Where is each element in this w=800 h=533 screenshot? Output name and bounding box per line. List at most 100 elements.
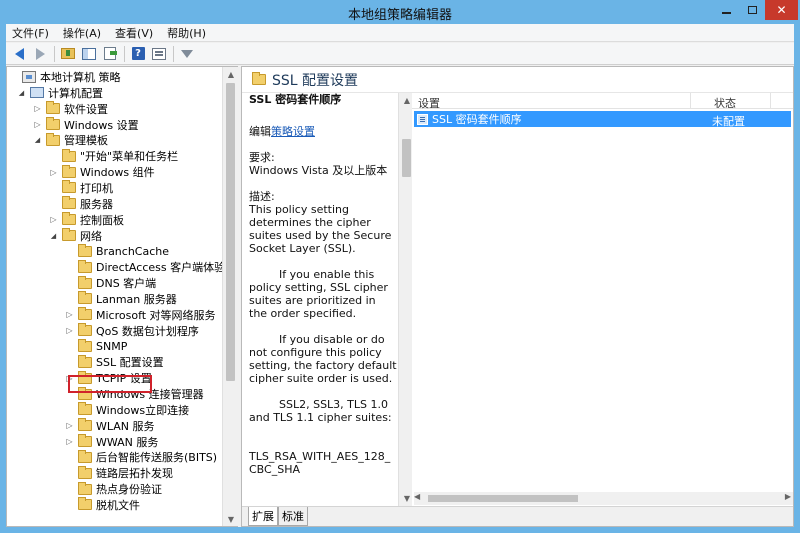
tree-item-label: 热点身份验证 [96,483,162,497]
help-icon: ? [131,47,145,60]
row-setting-name: SSL 密码套件顺序 [432,113,522,126]
help-button[interactable]: ? [129,45,147,63]
column-header-state[interactable]: 状态 [714,95,736,111]
tree-scroll-thumb[interactable] [226,83,235,381]
tree-item-label: 管理模板 [64,134,108,148]
table-row[interactable]: SSL 密码套件顺序 未配置 [414,111,791,128]
properties-view-button[interactable] [150,45,168,63]
maximize-icon [747,6,757,14]
tree-item[interactable]: 链路层拓扑发现 [65,465,173,481]
export-list-button[interactable] [101,45,119,63]
tree-item[interactable]: DNS 客户端 [65,275,156,291]
column-divider[interactable] [770,93,771,109]
maximize-button[interactable] [739,0,765,20]
tree-item[interactable]: 热点身份验证 [65,481,162,497]
tree-item[interactable]: SSL 配置设置 [65,354,164,370]
details-header-title: SSL 配置设置 [272,72,359,89]
collapse-arrow-icon[interactable] [33,136,42,145]
expand-arrow-icon[interactable] [65,310,74,319]
scroll-up-arrow-icon[interactable]: ▲ [223,67,239,81]
tree-item[interactable]: 管理模板 [33,132,108,148]
up-one-level-button[interactable] [59,45,77,63]
tree-item[interactable]: Windows 设置 [33,117,139,133]
scroll-right-arrow-icon[interactable]: ▶ [785,492,791,501]
tree-item[interactable]: Windows 组件 [49,164,155,180]
close-button[interactable]: ✕ [765,0,798,20]
expand-arrow-icon[interactable] [49,215,58,224]
tree-pane: 本地计算机 策略计算机配置软件设置 Windows 设置管理模板 "开始"菜单和任务… [6,66,238,527]
tree-item[interactable]: QoS 数据包计划程序 [65,323,199,339]
tree-item[interactable]: 网络 [49,228,102,244]
tree-item-label: 本地计算机 策略 [40,71,121,84]
edit-policy-link[interactable]: 策略设置 [271,125,315,138]
description-scroll-thumb[interactable] [402,139,411,177]
expand-arrow-icon[interactable] [65,421,74,430]
expand-arrow-icon[interactable] [65,437,74,446]
tree-scrollbar[interactable]: ▲ ▼ [222,67,238,526]
folder-up-icon [61,48,75,59]
menu-help[interactable]: 帮助(H) [167,25,206,41]
collapse-arrow-icon[interactable] [49,231,58,240]
menu-action[interactable]: 操作(A) [63,25,101,41]
tree-item[interactable]: 脱机文件 [65,497,140,513]
tree-item[interactable]: 打印机 [49,180,113,196]
back-button[interactable] [10,45,28,63]
scroll-down-arrow-icon[interactable]: ▼ [399,491,412,505]
expand-arrow-icon[interactable] [65,326,74,335]
folder-icon [62,196,76,210]
tree-item[interactable]: 后台智能传送服务(BITS) [65,449,217,465]
computer-icon [30,87,44,99]
filter-button[interactable] [178,45,196,63]
description-label: 描述: [249,190,275,203]
expand-arrow-icon[interactable] [49,168,58,177]
tree-item[interactable]: BranchCache [65,243,169,259]
tree-item-label: Windows立即连接 [96,403,190,417]
folder-icon [62,148,76,162]
requirements-value: Windows Vista 及以上版本 [249,164,388,177]
tree-item[interactable]: "开始"菜单和任务栏 [49,148,178,164]
column-divider[interactable] [690,93,691,109]
tree-item[interactable]: 计算机配置 [17,85,103,101]
menu-file[interactable]: 文件(F) [12,25,49,41]
description-scrollbar[interactable]: ▲ ▼ [398,93,412,506]
tree-item-label: Windows 组件 [80,166,155,180]
minimize-button[interactable] [713,0,739,20]
folder-icon [252,72,266,85]
folder-icon [78,259,92,273]
tree-item[interactable]: DirectAccess 客户端体验设置 [65,259,223,275]
title-bar[interactable]: 本地组策略编辑器 ✕ [0,0,800,24]
tree-item[interactable]: WWAN 服务 [65,434,158,450]
tree-item[interactable]: 控制面板 [49,212,124,228]
tree-item[interactable]: SNMP [65,338,127,354]
menu-view[interactable]: 查看(V) [115,25,153,41]
scroll-left-arrow-icon[interactable]: ◀ [414,492,420,501]
show-hide-tree-button[interactable] [80,45,98,63]
collapse-arrow-icon[interactable] [17,88,26,97]
details-pane: SSL 配置设置 SSL 密码套件顺序 编辑策略设置 要求: Windows V… [241,66,794,527]
tree-item[interactable]: WLAN 服务 [65,418,155,434]
toolbar-separator [173,45,174,62]
scroll-up-arrow-icon[interactable]: ▲ [399,93,412,107]
expand-arrow-icon[interactable] [33,120,42,129]
settings-list: 设置 状态 SSL 密码套件顺序 未配置 [412,93,793,506]
tree-item[interactable]: Microsoft 对等网络服务 [65,307,216,323]
column-header-setting[interactable]: 设置 [418,95,440,111]
tree-item[interactable]: 本地计算机 策略 [9,69,121,85]
tab-standard[interactable]: 标准 [278,507,308,526]
tree-item-label: 网络 [80,229,102,243]
tree-item[interactable]: 软件设置 [33,101,108,117]
folder-icon [62,164,76,178]
forward-button[interactable] [31,45,49,63]
horizontal-scroll-thumb[interactable] [428,495,578,502]
tree-item[interactable]: Windows立即连接 [65,402,189,418]
tab-extended[interactable]: 扩展 [248,507,278,526]
scroll-down-arrow-icon[interactable]: ▼ [223,512,239,526]
toolbar-separator [54,45,55,62]
tree-item[interactable]: Lanman 服务器 [65,291,177,307]
tree-item[interactable]: 服务器 [49,196,113,212]
edit-prefix: 编辑 [249,125,271,138]
horizontal-scrollbar[interactable]: ◀ ▶ [414,492,793,505]
back-arrow-icon [14,47,24,60]
tree-item-label: Windows 设置 [64,118,139,132]
expand-arrow-icon[interactable] [33,104,42,113]
